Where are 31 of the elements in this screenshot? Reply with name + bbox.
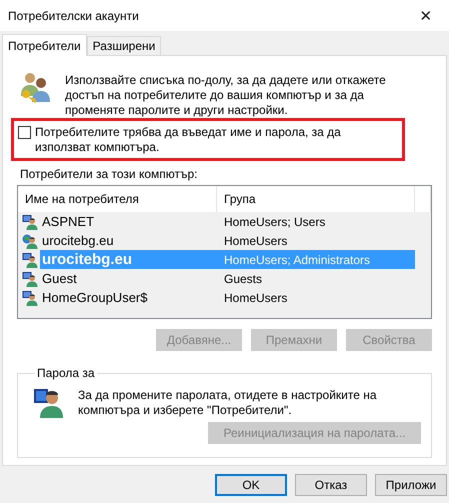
user-computer-icon [22, 252, 38, 268]
column-header[interactable]: Група [217, 186, 415, 212]
user-computer-icon [22, 270, 38, 286]
checkbox[interactable] [18, 126, 31, 139]
window-title: Потребителски акаунти [8, 8, 139, 22]
dialog-button[interactable]: Отказ [295, 474, 367, 496]
group-cell-text: HomeUsers [223, 232, 288, 250]
intro-text: Използвайте списъка по-долу, за да дадете или откажете достъп на потребителите до вашия компютър и за да променяте паролите и други настройки. [65, 73, 387, 118]
group-cell-text: Guests [223, 270, 264, 288]
column-header[interactable]: Име на потребителя [18, 186, 217, 212]
user-globe-icon [22, 232, 38, 248]
user-name[interactable]: HomeGroupUser$ [40, 288, 217, 307]
dialog-button[interactable]: OK [215, 474, 287, 496]
password-text: За да промените паролата, отидете в настройките на компютъра и изберете "Потребители". [78, 388, 378, 418]
checkbox-label: Потребителите трябва да въведат име и парола, за да използват компютъра. [35, 125, 342, 155]
tab[interactable]: Потребители [2, 34, 87, 56]
user-computer-icon [32, 386, 64, 418]
user-computer-icon [22, 214, 38, 230]
group-legend: Парола за [35, 366, 97, 380]
group-cell-text: HomeUsers [223, 290, 288, 306]
group-cell: HomeUsers; Administrators [217, 250, 415, 269]
user-name[interactable]: ASPNET [40, 212, 217, 231]
tab[interactable]: Разширени [86, 36, 162, 55]
group-cell-text: HomeUsers; Users [223, 214, 326, 230]
close-button[interactable]: ✕ [403, 0, 449, 31]
users-label: Потребители за този компютър: [20, 167, 198, 181]
user-name[interactable]: Guest [40, 269, 217, 288]
user-computer-icon [22, 290, 38, 306]
dialog-button[interactable]: Приложи [375, 474, 447, 496]
users-key-icon [19, 70, 53, 104]
user-name[interactable]: urocitebg.eu [40, 231, 217, 250]
